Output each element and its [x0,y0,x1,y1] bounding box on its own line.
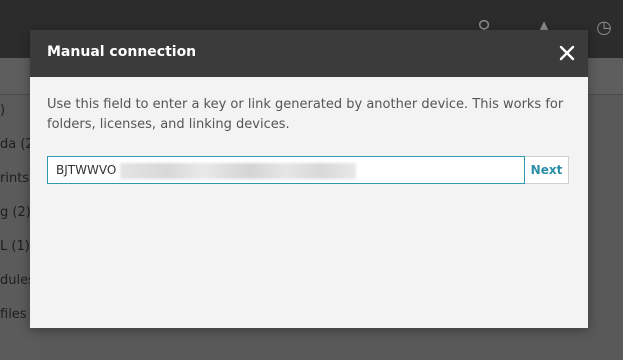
key-input-value: BJTWWVO [56,163,117,177]
close-button[interactable] [556,42,578,64]
key-input[interactable]: BJTWWVO [47,156,525,184]
close-icon [559,45,575,61]
next-button[interactable]: Next [525,156,569,184]
dialog-title: Manual connection [47,44,197,60]
key-input-row: BJTWWVO Next [47,156,571,186]
redacted-key-text [120,163,356,179]
dialog-body: Use this field to enter a key or link ge… [30,77,588,135]
manual-connection-dialog: Manual connection Use this field to ente… [30,30,588,328]
dialog-description: Use this field to enter a key or link ge… [47,97,564,132]
dialog-header: Manual connection [30,30,588,77]
